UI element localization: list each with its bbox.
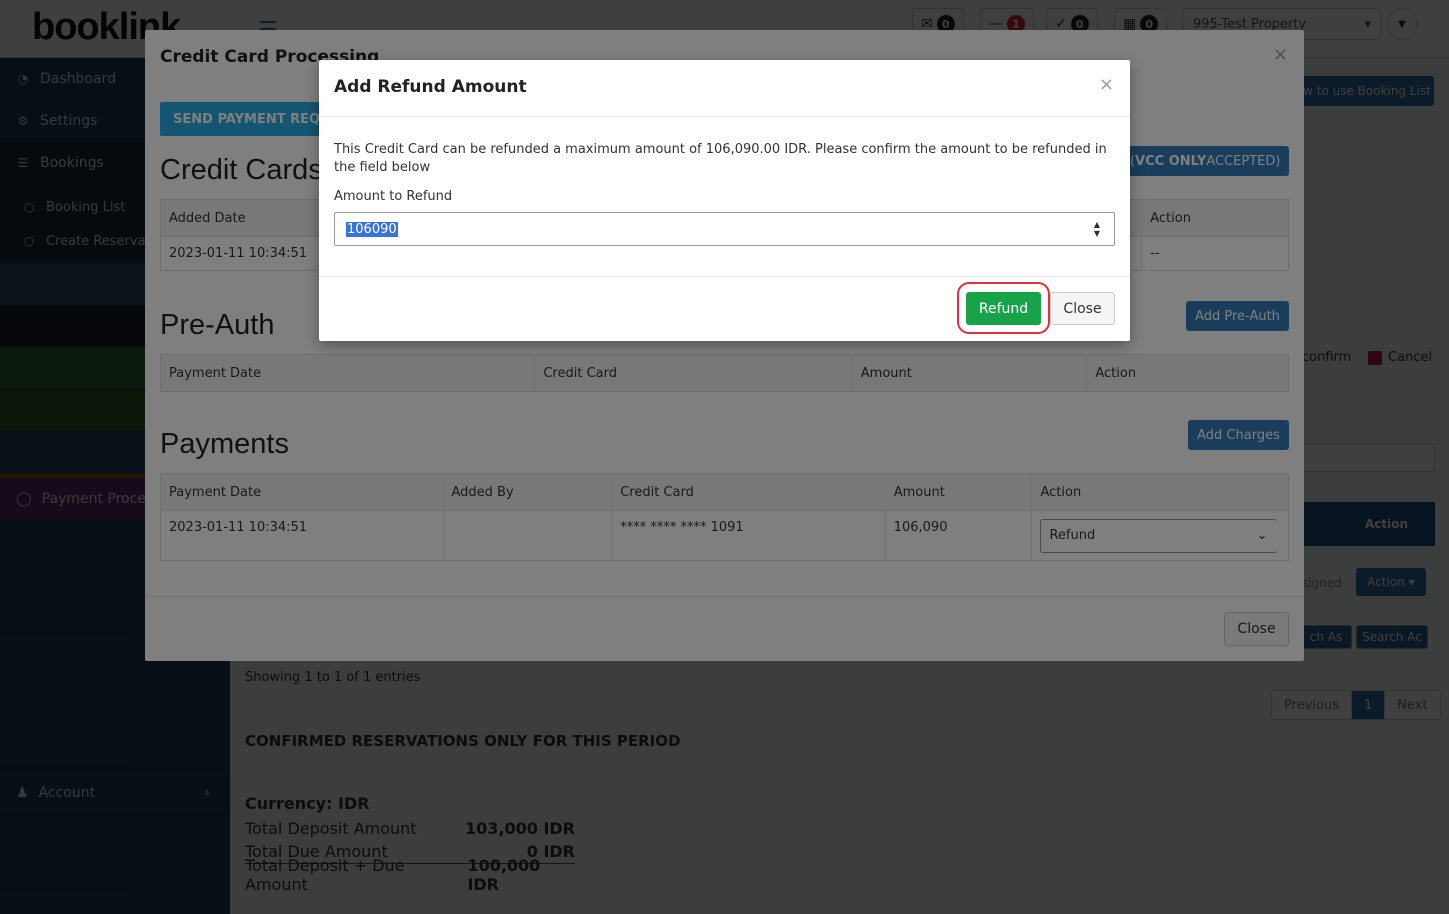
modal-title: Add Refund Amount — [334, 77, 527, 97]
amount-value: 106090 — [346, 221, 398, 237]
modal-header-divider — [319, 116, 1130, 117]
amount-to-refund-label: Amount to Refund — [334, 189, 453, 204]
number-spinner-icon[interactable]: ▲ ▼ — [1094, 220, 1100, 238]
amount-to-refund-input[interactable]: 106090 ▲ ▼ — [334, 212, 1115, 246]
close-icon[interactable]: × — [1099, 74, 1114, 95]
modal-footer-divider — [319, 276, 1130, 277]
refund-message: This Credit Card can be refunded a maxim… — [334, 142, 1107, 175]
close-button[interactable]: Close — [1050, 292, 1115, 325]
refund-button[interactable]: Refund — [966, 292, 1041, 325]
add-refund-amount-modal: Add Refund Amount × This Credit Card can… — [319, 60, 1130, 341]
